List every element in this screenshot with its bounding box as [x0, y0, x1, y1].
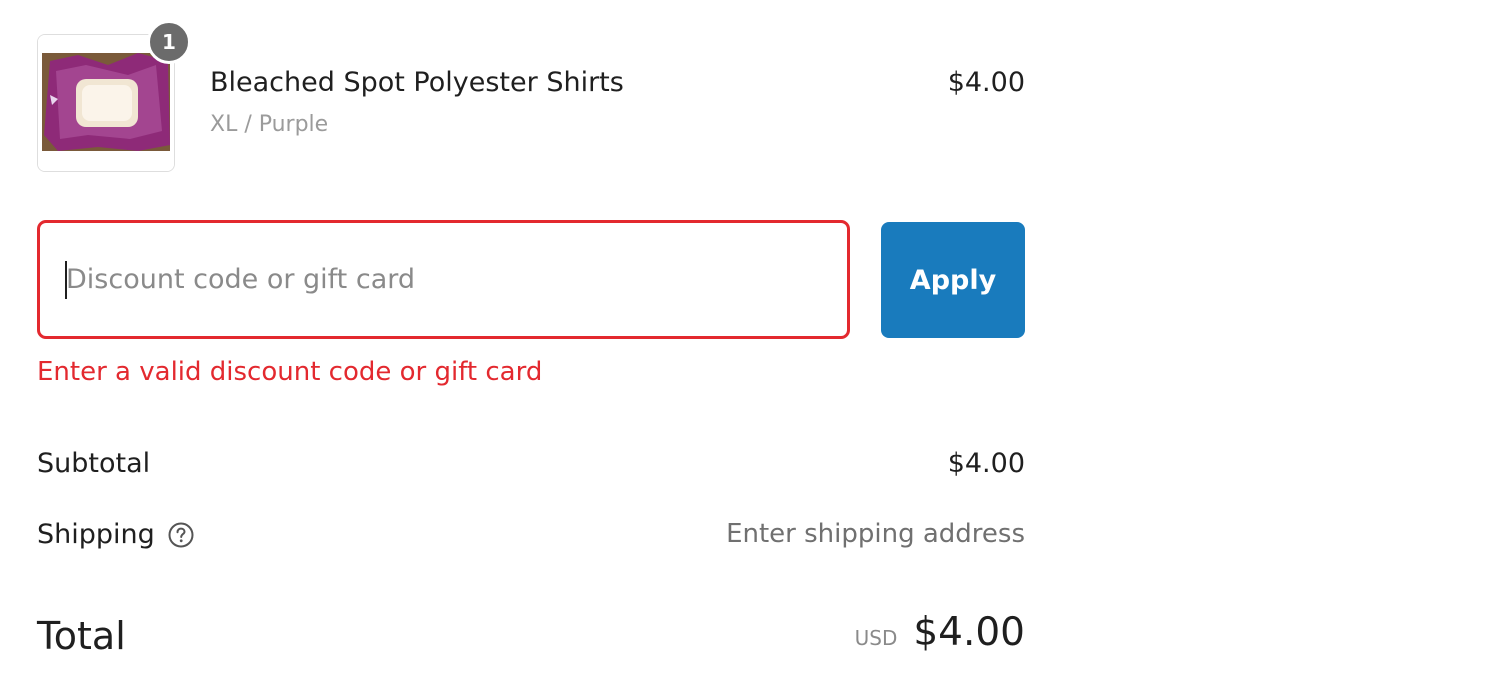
apply-button[interactable]: Apply	[881, 222, 1025, 338]
quantity-badge: 1	[147, 20, 191, 64]
question-circle-icon[interactable]	[167, 521, 195, 549]
text-caret	[65, 261, 67, 299]
discount-code-input[interactable]	[37, 220, 850, 339]
product-line-item: 1 Bleached Spot Polyester Shirts XL / Pu…	[37, 20, 1025, 174]
subtotal-row: Subtotal $4.00	[37, 448, 1025, 488]
subtotal-label: Subtotal	[37, 448, 151, 479]
total-row: Total USD $4.00	[37, 610, 1025, 670]
shipping-row: Shipping Enter shipping address	[37, 519, 1025, 559]
total-value-wrap: USD $4.00	[855, 610, 1025, 655]
product-thumbnail-wrapper: 1	[37, 20, 191, 172]
total-label: Total	[37, 614, 126, 658]
product-price: $4.00	[947, 67, 1025, 98]
shipping-value: Enter shipping address	[726, 519, 1025, 549]
discount-error-message: Enter a valid discount code or gift card	[37, 357, 543, 387]
order-summary: 1 Bleached Spot Polyester Shirts XL / Pu…	[37, 0, 1025, 691]
total-amount: $4.00	[913, 610, 1025, 655]
currency-code: USD	[854, 626, 898, 650]
product-variant: XL / Purple	[210, 112, 329, 137]
shipping-label: Shipping	[37, 519, 155, 550]
product-title: Bleached Spot Polyester Shirts	[210, 67, 624, 98]
subtotal-value: $4.00	[947, 448, 1025, 479]
shipping-label-wrap: Shipping	[37, 519, 195, 550]
